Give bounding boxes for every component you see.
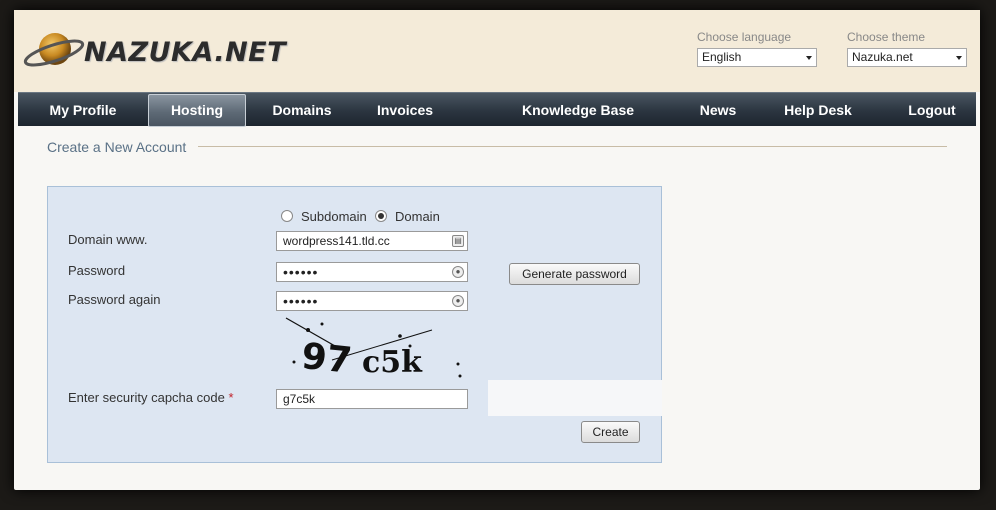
domain-radio[interactable] — [375, 210, 387, 222]
nav-item-domains[interactable]: Domains — [254, 93, 350, 127]
subdomain-radio-label[interactable]: Subdomain — [301, 209, 367, 224]
language-label: Choose language — [697, 30, 792, 44]
site-header: NAZUKA.NET Choose language English Choos… — [14, 10, 980, 92]
domain-radio-label[interactable]: Domain — [395, 209, 440, 224]
domain-input[interactable]: wordpress141.tld.cc ▤ — [276, 231, 468, 251]
key-icon[interactable]: ● — [452, 295, 464, 307]
password-input-value: •••••• — [283, 264, 319, 280]
create-button[interactable]: Create — [581, 421, 640, 443]
language-select-value: English — [702, 50, 742, 64]
password-label: Password — [68, 263, 126, 278]
domain-input-value: wordpress141.tld.cc — [283, 234, 390, 248]
nav-item-news[interactable]: News — [678, 93, 758, 127]
svg-text:c5k: c5k — [362, 345, 423, 380]
password-input[interactable]: •••••• ● — [276, 262, 468, 282]
page-frame: NAZUKA.NET Choose language English Choos… — [14, 10, 980, 490]
password-again-label: Password again — [68, 292, 161, 307]
captcha-input-value: g7c5k — [283, 392, 316, 406]
theme-label: Choose theme — [847, 30, 926, 44]
nav-item-my-profile[interactable]: My Profile — [18, 93, 148, 127]
captcha-label: Enter security capcha code * — [68, 390, 234, 405]
password-again-input[interactable]: •••••• ● — [276, 291, 468, 311]
nav-item-hosting[interactable]: Hosting — [148, 94, 246, 127]
theme-select-value: Nazuka.net — [852, 50, 913, 64]
subdomain-radio[interactable] — [281, 210, 293, 222]
captcha-label-text: Enter security capcha code — [68, 390, 225, 405]
nav-item-logout[interactable]: Logout — [888, 93, 976, 127]
section-title: Create a New Account — [47, 139, 187, 155]
theme-select[interactable]: Nazuka.net — [847, 48, 967, 67]
required-mark: * — [228, 390, 234, 405]
chevron-down-icon — [806, 56, 812, 60]
password-again-input-value: •••••• — [283, 293, 319, 309]
nav-item-invoices[interactable]: Invoices — [360, 93, 450, 127]
domain-label: Domain www. — [68, 232, 148, 247]
section-divider — [198, 146, 947, 147]
main-nav: My Profile Hosting Domains Invoices Know… — [18, 92, 976, 127]
generate-password-button[interactable]: Generate password — [509, 263, 640, 285]
nav-item-knowledge-base[interactable]: Knowledge Base — [498, 93, 658, 127]
svg-text:97: 97 — [300, 336, 354, 382]
autofill-icon[interactable]: ▤ — [452, 235, 464, 247]
chevron-down-icon — [956, 56, 962, 60]
captcha-image: 97 c5k — [285, 317, 462, 382]
language-select[interactable]: English — [697, 48, 817, 67]
captcha-input[interactable]: g7c5k — [276, 389, 468, 409]
key-icon[interactable]: ● — [452, 266, 464, 278]
logo-text[interactable]: NAZUKA.NET — [84, 37, 286, 68]
nav-item-help-desk[interactable]: Help Desk — [768, 93, 868, 127]
